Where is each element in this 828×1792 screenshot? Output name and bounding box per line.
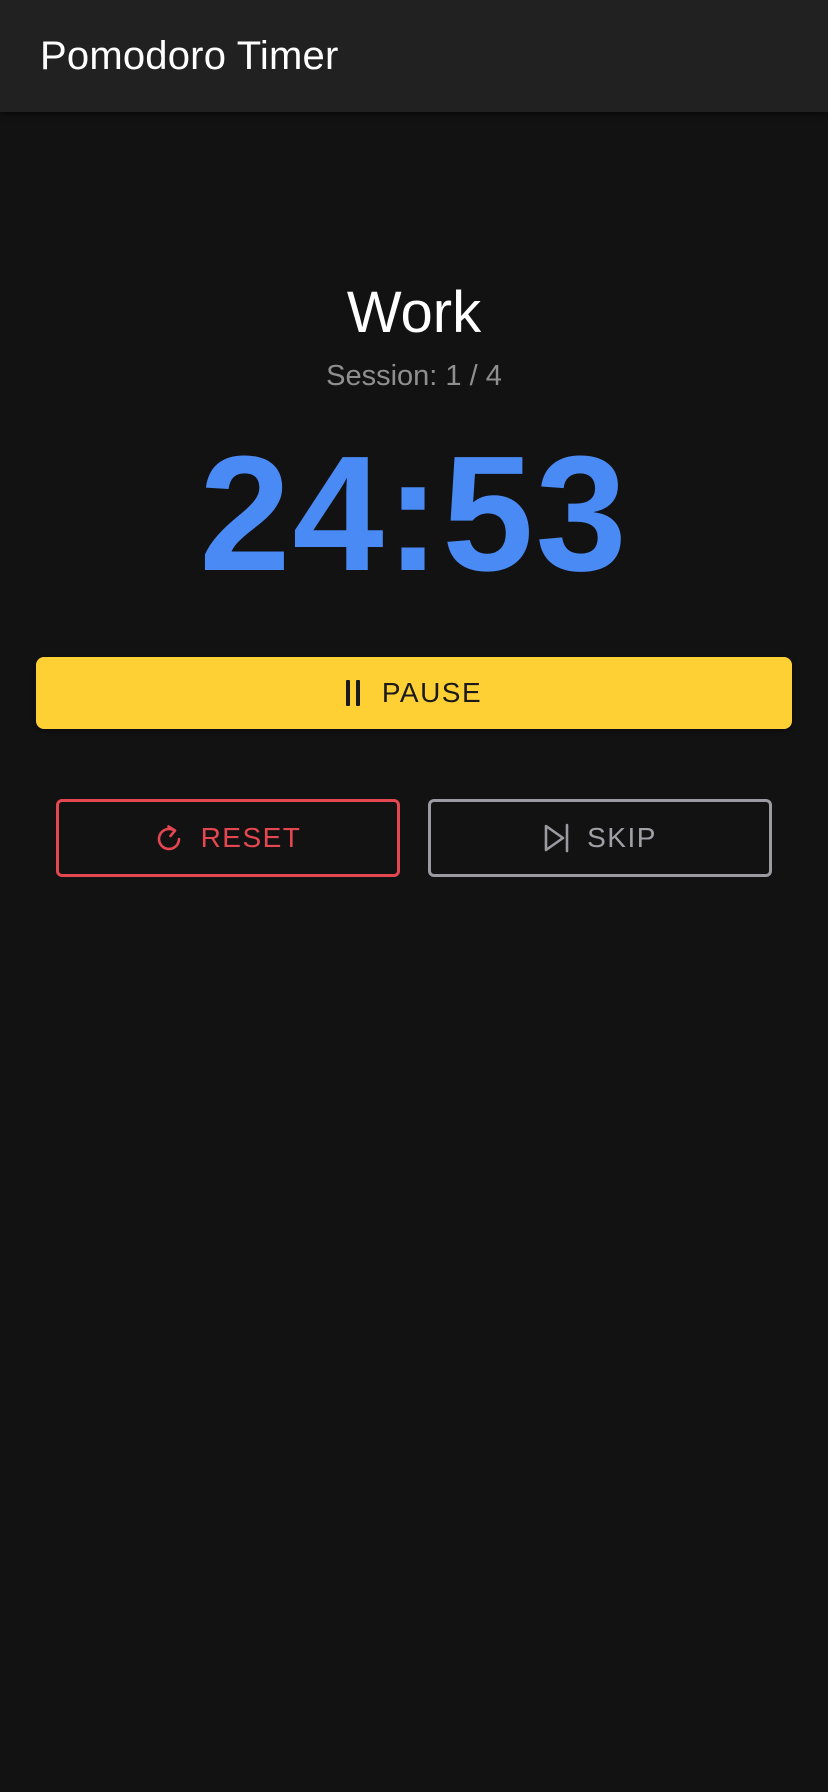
- refresh-icon: [155, 822, 185, 854]
- phase-label: Work: [346, 280, 482, 345]
- skip-next-icon: [543, 823, 571, 853]
- pause-icon: [345, 679, 360, 707]
- pause-label: PAUSE: [381, 677, 483, 708]
- timer-display: 24:53: [199, 422, 629, 605]
- session-counter: Session: 1 / 4: [326, 360, 502, 392]
- app-bar: Pomodoro Timer: [0, 0, 828, 112]
- skip-label: SKIP: [587, 822, 657, 853]
- reset-button[interactable]: RESET: [56, 799, 400, 877]
- app-title: Pomodoro Timer: [40, 33, 339, 78]
- pause-button[interactable]: PAUSE: [36, 657, 792, 729]
- skip-button[interactable]: SKIP: [428, 799, 772, 877]
- reset-label: RESET: [200, 822, 302, 853]
